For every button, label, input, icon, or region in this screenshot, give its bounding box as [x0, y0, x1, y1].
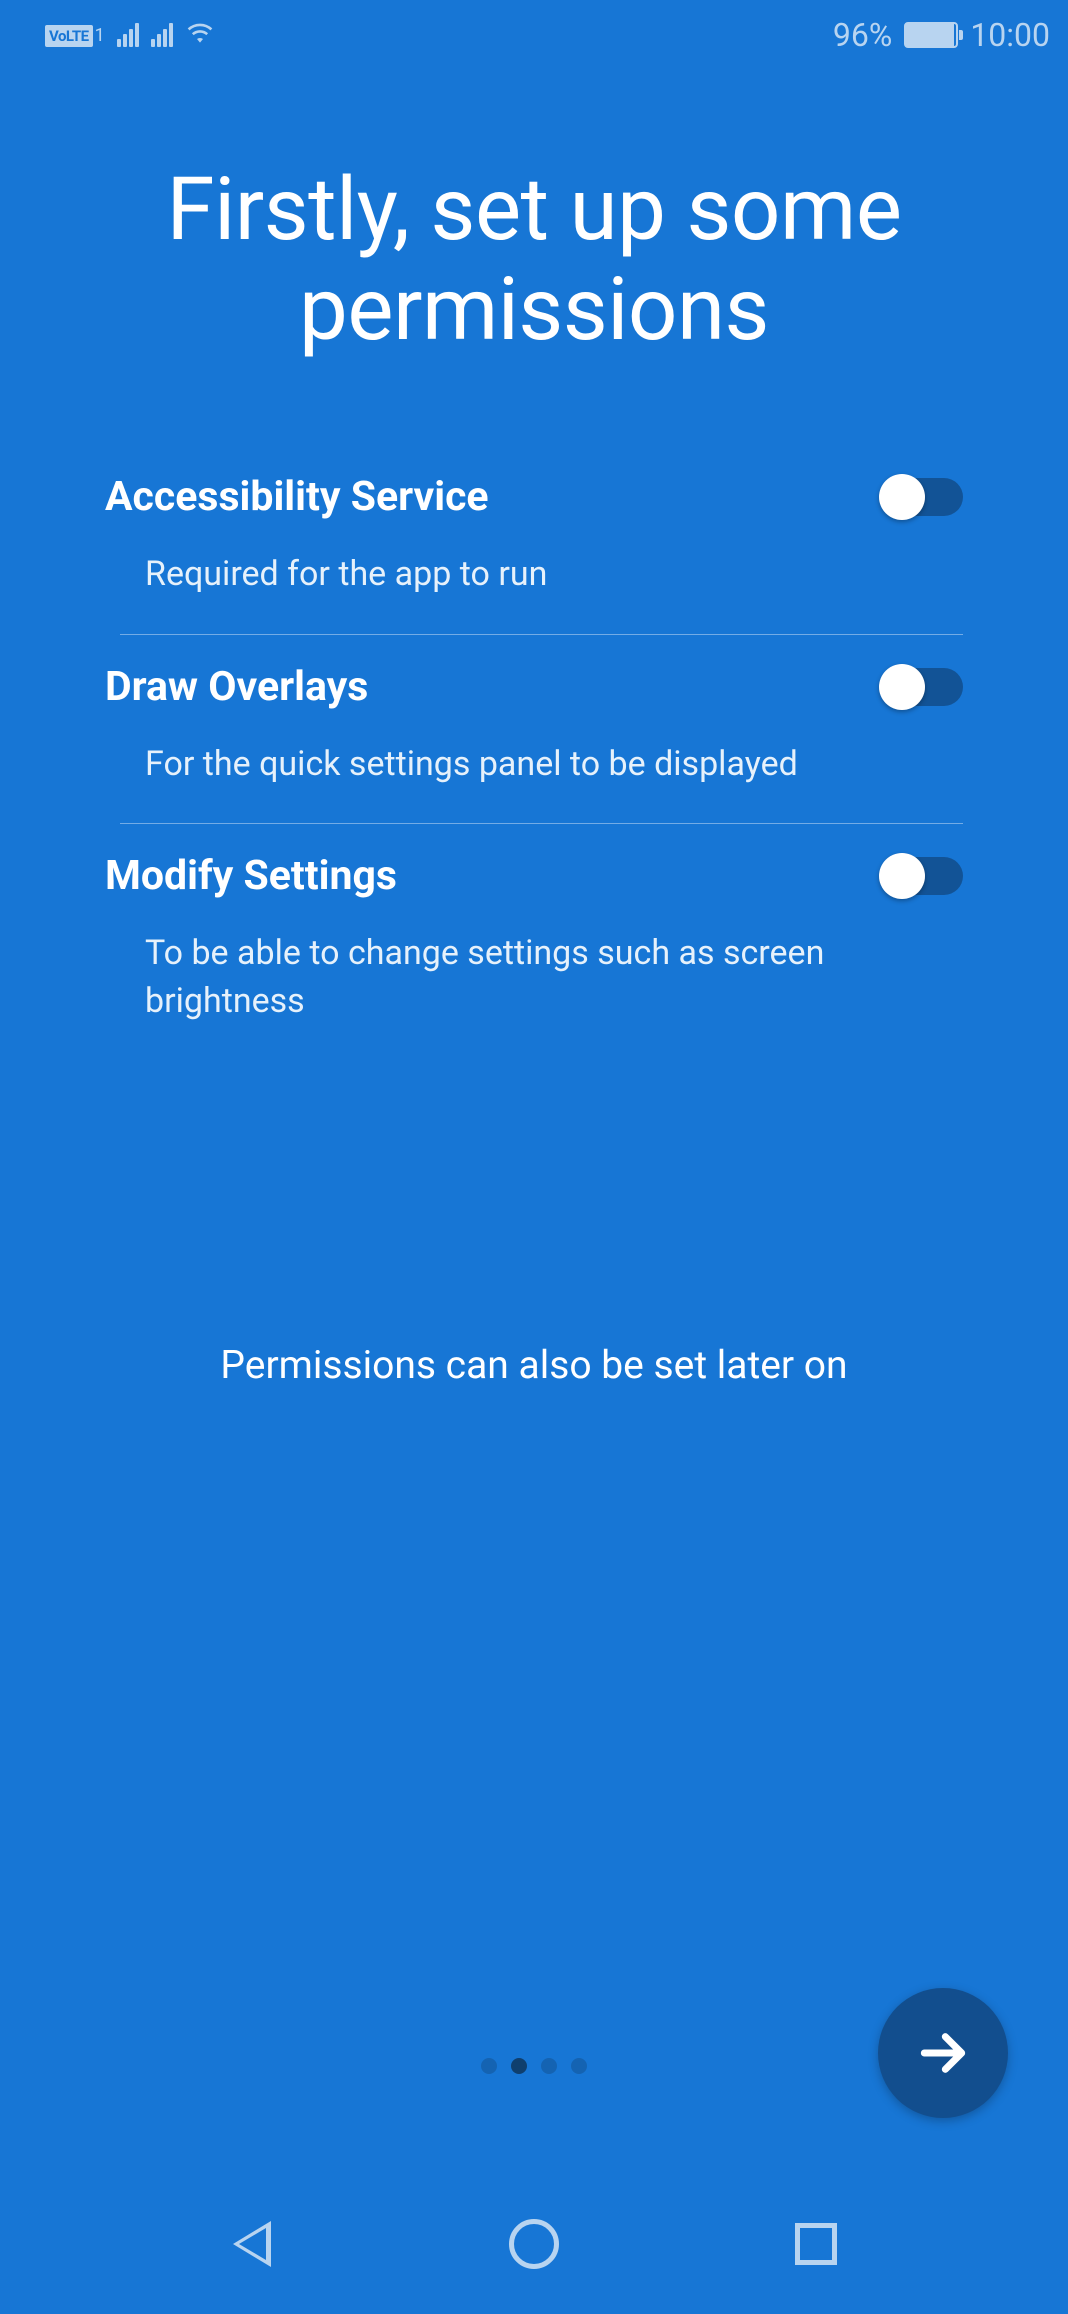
- status-bar: VoLTE1 96% 10:00: [0, 0, 1068, 70]
- permission-desc: Required for the app to run: [105, 551, 963, 599]
- recent-icon: [795, 2223, 837, 2265]
- home-icon: [509, 2219, 559, 2269]
- toggle-draw-overlays[interactable]: [881, 668, 963, 706]
- toggle-modify-settings[interactable]: [881, 857, 963, 895]
- signal-icon: [117, 23, 139, 47]
- permission-modify-settings: Modify Settings To be able to change set…: [105, 824, 963, 1060]
- nav-home-button[interactable]: [504, 2214, 564, 2274]
- back-icon: [233, 2221, 271, 2267]
- nav-back-button[interactable]: [222, 2214, 282, 2274]
- permission-desc: For the quick settings panel to be displ…: [105, 741, 963, 789]
- main-content: Firstly, set up some permissions Accessi…: [0, 70, 1068, 1060]
- permission-title: Accessibility Service: [105, 473, 489, 521]
- next-button[interactable]: [878, 1988, 1008, 2118]
- page-dot-4[interactable]: [571, 2058, 587, 2074]
- permission-title: Draw Overlays: [105, 663, 368, 711]
- page-dot-1[interactable]: [481, 2058, 497, 2074]
- arrow-right-icon: [915, 2025, 971, 2081]
- battery-icon: [904, 22, 958, 48]
- volte-badge: VoLTE1: [45, 25, 105, 46]
- page-dot-2[interactable]: [511, 2058, 527, 2074]
- toggle-accessibility[interactable]: [881, 478, 963, 516]
- nav-recent-button[interactable]: [786, 2214, 846, 2274]
- status-left: VoLTE1: [45, 21, 215, 49]
- signal-icon-2: [151, 23, 173, 47]
- permissions-list: Accessibility Service Required for the a…: [50, 445, 1018, 1060]
- status-right: 96% 10:00: [833, 16, 1050, 54]
- clock-time: 10:00: [970, 16, 1050, 54]
- wifi-icon: [185, 21, 215, 49]
- footer-note: Permissions can also be set later on: [0, 1342, 1068, 1388]
- page-title: Firstly, set up some permissions: [50, 160, 1018, 360]
- system-nav-bar: [0, 2174, 1068, 2314]
- page-dot-3[interactable]: [541, 2058, 557, 2074]
- permission-draw-overlays: Draw Overlays For the quick settings pan…: [105, 635, 963, 824]
- permission-desc: To be able to change settings such as sc…: [105, 930, 963, 1025]
- battery-percent: 96%: [833, 16, 892, 54]
- permission-accessibility: Accessibility Service Required for the a…: [105, 445, 963, 634]
- permission-title: Modify Settings: [105, 852, 397, 900]
